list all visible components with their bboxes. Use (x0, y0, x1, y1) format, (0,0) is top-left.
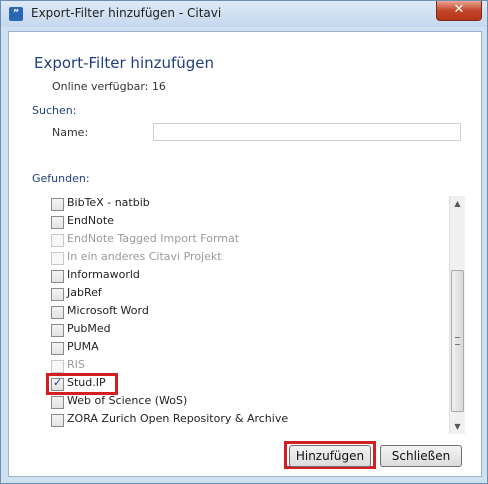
list-item-checkbox[interactable] (51, 396, 64, 409)
name-search-input[interactable] (153, 123, 461, 141)
list-item-checkbox[interactable] (51, 306, 64, 319)
title-bar[interactable]: ” Export-Filter hinzufügen - Citavi ✕ (1, 1, 487, 27)
list-item-label: PUMA (67, 340, 99, 353)
list-item-checkbox (51, 252, 64, 265)
scrollbar-thumb[interactable] (451, 270, 464, 412)
list-scrollbar[interactable]: ▲ ▼ (449, 196, 465, 434)
list-item-checkbox[interactable] (51, 216, 64, 229)
list-item[interactable]: BibTeX - natbib (45, 196, 435, 214)
list-item-checkbox (51, 234, 64, 247)
dialog-window: ” Export-Filter hinzufügen - Citavi ✕ Ex… (0, 0, 488, 484)
list-item[interactable]: Web of Science (WoS) (45, 394, 435, 412)
list-item[interactable]: EndNote (45, 214, 435, 232)
close-button[interactable]: Schließen (380, 445, 462, 467)
citavi-app-icon: ” (9, 7, 23, 21)
list-item-checkbox[interactable] (51, 414, 64, 427)
list-item[interactable]: Microsoft Word (45, 304, 435, 322)
close-window-button[interactable]: ✕ (436, 1, 482, 21)
list-item-label: EndNote (67, 214, 114, 227)
list-item-label: Web of Science (WoS) (67, 394, 188, 407)
list-item[interactable]: PUMA (45, 340, 435, 358)
scroll-up-arrow-icon[interactable]: ▲ (450, 196, 465, 211)
list-item[interactable]: PubMed (45, 322, 435, 340)
window-title: Export-Filter hinzufügen - Citavi (31, 6, 222, 20)
list-item-label: Microsoft Word (67, 304, 149, 317)
list-item-checkbox (51, 360, 64, 373)
list-item[interactable]: Informaworld (45, 268, 435, 286)
list-item[interactable]: JabRef (45, 286, 435, 304)
list-item-checkbox[interactable] (51, 270, 64, 283)
list-item: EndNote Tagged Import Format (45, 232, 435, 250)
list-item-label: Informaworld (67, 268, 140, 281)
selected-item-highlight (46, 373, 118, 395)
list-item-label: EndNote Tagged Import Format (67, 232, 240, 245)
list-item-label: BibTeX - natbib (67, 196, 150, 209)
filter-list[interactable]: BibTeX - natbib EndNote EndNote Tagged Imp… (45, 196, 465, 434)
name-label: Name: (52, 126, 89, 139)
dialog-heading: Export-Filter hinzufügen (34, 54, 215, 72)
dialog-content: Export-Filter hinzufügen Online verfügba… (8, 31, 482, 477)
list-item-label: PubMed (67, 322, 111, 335)
list-item-checkbox[interactable] (51, 324, 64, 337)
add-button[interactable]: Hinzufügen (289, 445, 371, 467)
list-item: In ein anderes Citavi Projekt (45, 250, 435, 268)
list-item-checkbox[interactable] (51, 288, 64, 301)
list-item-checkbox[interactable] (51, 342, 64, 355)
grip-icon (455, 337, 460, 345)
list-item-label: JabRef (67, 286, 102, 299)
list-item[interactable]: ✓ Stud.IP (45, 373, 435, 395)
search-section-label: Suchen: (32, 104, 77, 117)
list-item-label: In ein anderes Citavi Projekt (67, 250, 222, 263)
list-item-checkbox[interactable] (51, 198, 64, 211)
list-item[interactable]: ZORA Zurich Open Repository & Archive (45, 412, 435, 430)
scroll-down-arrow-icon[interactable]: ▼ (450, 419, 465, 434)
results-section-label: Gefunden: (32, 172, 90, 185)
list-item-label: RIS (67, 358, 85, 371)
list-item-label: ZORA Zurich Open Repository & Archive (67, 412, 289, 425)
online-count: Online verfügbar: 16 (52, 80, 166, 93)
